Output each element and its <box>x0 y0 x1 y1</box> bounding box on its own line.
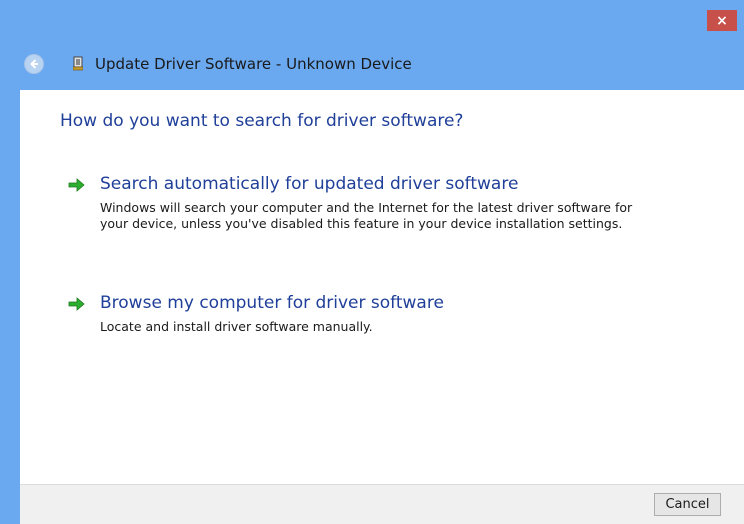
page-question: How do you want to search for driver sof… <box>60 111 464 131</box>
main-content: How do you want to search for driver sof… <box>20 90 744 484</box>
device-icon <box>73 56 83 71</box>
close-icon: × <box>716 12 728 29</box>
option-title[interactable]: Browse my computer for driver software <box>100 293 444 313</box>
cancel-button[interactable]: Cancel <box>654 493 721 516</box>
green-arrow-icon <box>68 178 85 192</box>
title-bar[interactable]: × <box>0 0 744 31</box>
option-title[interactable]: Search automatically for updated driver … <box>100 174 518 194</box>
back-button[interactable] <box>24 54 44 74</box>
dialog-window: × Update Driver Software - Unknown Devic… <box>0 0 744 524</box>
option-description: Windows will search your computer and th… <box>100 200 633 231</box>
window-title: Update Driver Software - Unknown Device <box>95 55 412 73</box>
dialog-footer: Cancel <box>20 484 744 524</box>
close-button[interactable]: × <box>707 10 737 31</box>
dialog-header: Update Driver Software - Unknown Device <box>0 46 744 86</box>
back-arrow-icon <box>30 59 38 69</box>
option-description: Locate and install driver software manua… <box>100 319 373 334</box>
green-arrow-icon <box>68 297 85 311</box>
